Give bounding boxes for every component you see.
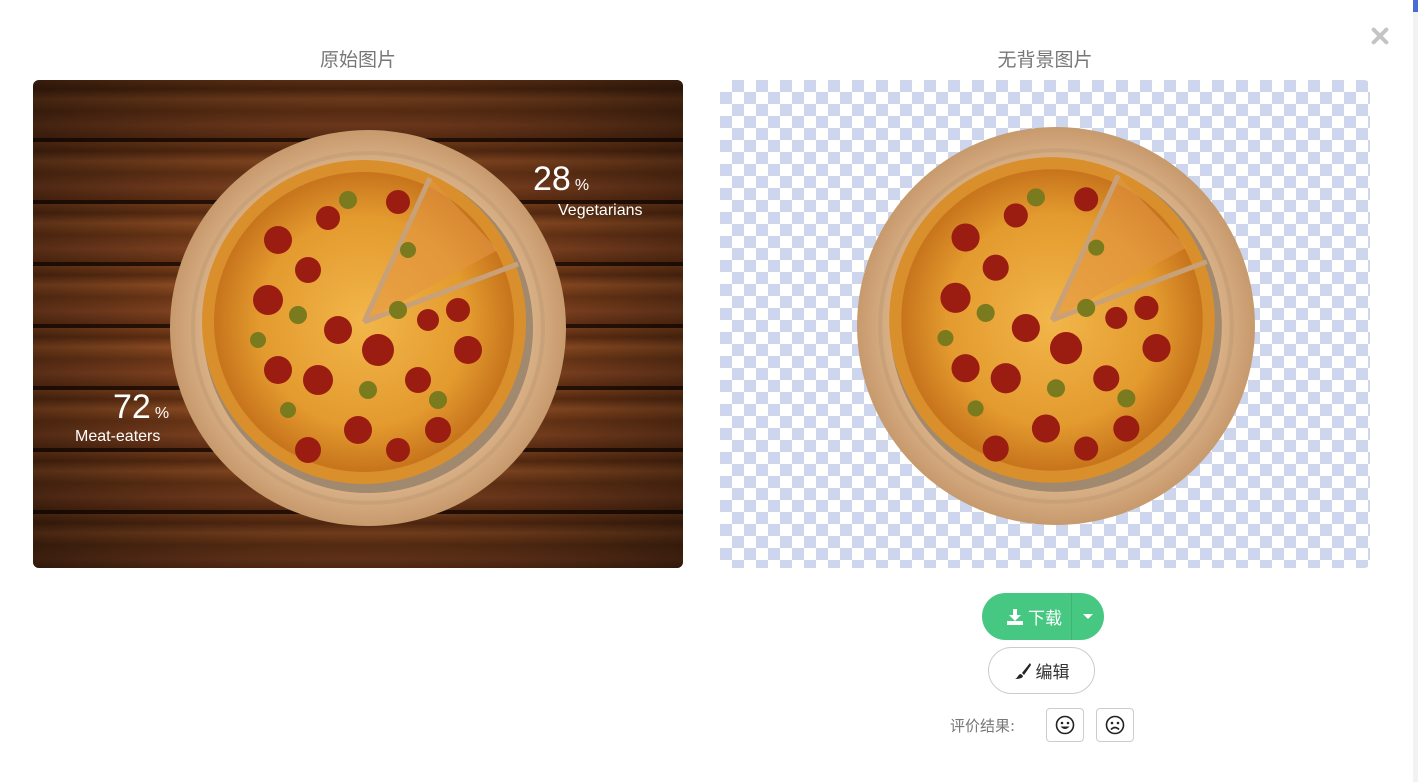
scrollbar-thumb[interactable] <box>1413 0 1418 12</box>
edit-label: 编辑 <box>1035 663 1070 683</box>
vegetarians-value: 28 <box>533 160 571 198</box>
scrollbar[interactable] <box>1413 0 1418 782</box>
meat-eaters-unit: % <box>154 405 170 422</box>
no-background-image-title: 无背景图片 <box>997 49 1093 71</box>
download-options-button[interactable] <box>1071 593 1104 640</box>
rating-label: 评价结果: <box>950 717 1016 735</box>
caret-down-icon <box>1083 614 1094 619</box>
download-split-button: 下载 <box>982 593 1104 640</box>
smile-icon <box>1055 715 1075 735</box>
close-icon[interactable] <box>1366 22 1394 50</box>
edit-button[interactable]: 编辑 <box>988 647 1095 694</box>
meat-eaters-percent: 72% <box>113 390 169 431</box>
rate-bad-button[interactable] <box>1096 708 1134 742</box>
brush-icon <box>1014 662 1031 679</box>
frown-icon <box>1105 715 1125 735</box>
download-icon <box>1007 608 1023 625</box>
original-image-title: 原始图片 <box>319 49 396 71</box>
meat-eaters-value: 72 <box>113 388 151 426</box>
no-background-image <box>720 80 1370 568</box>
download-label: 下载 <box>1028 609 1062 629</box>
vegetarians-percent: 28% <box>533 162 589 203</box>
meat-eaters-label: Meat-eaters <box>75 428 161 445</box>
vegetarians-unit: % <box>574 177 590 194</box>
download-button[interactable]: 下载 <box>982 593 1071 640</box>
rate-good-button[interactable] <box>1046 708 1084 742</box>
pizza-graphic <box>170 130 566 526</box>
original-image: 28% Vegetarians 72% Meat-eaters <box>33 80 683 568</box>
remove-background-result-dialog: 原始图片 无背景图片 28 % Vegetarians 72 % Meat-ea… <box>0 0 1418 782</box>
vegetarians-label: Vegetarians <box>558 202 643 219</box>
pizza-cutout-graphic <box>857 127 1255 525</box>
